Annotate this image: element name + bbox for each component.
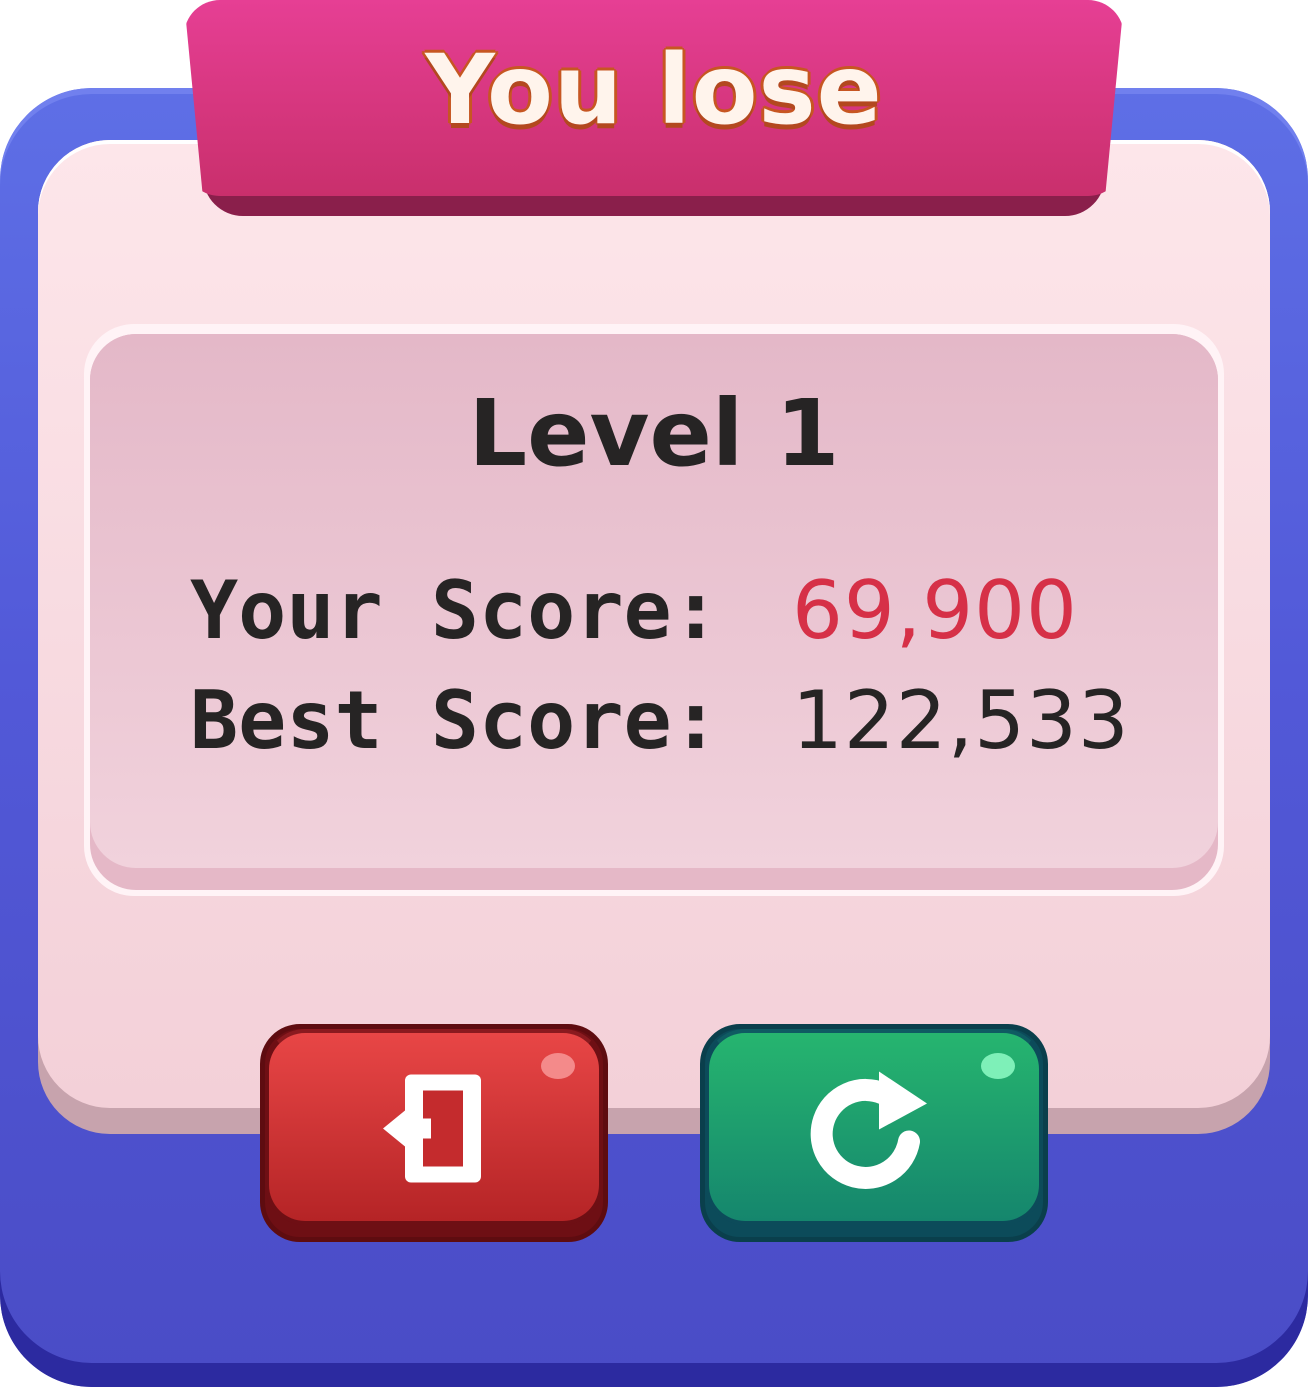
retry-button-face (705, 1029, 1043, 1225)
best-score-row: Best Score: 122,533 (190, 670, 1130, 770)
title-banner: You lose (184, 0, 1124, 196)
best-score-value: 122,533 (792, 673, 1130, 767)
exit-button-gloss (541, 1053, 575, 1079)
retry-button-gloss (981, 1053, 1015, 1079)
retry-button[interactable] (700, 1024, 1048, 1242)
your-score-label: Your Score: (190, 563, 720, 657)
exit-button-face (265, 1029, 603, 1225)
level-label: Level 1 (468, 380, 840, 487)
exit-door-icon (379, 1069, 489, 1194)
best-score-label: Best Score: (190, 673, 720, 767)
your-score-row: Your Score: 69,900 (190, 560, 1078, 660)
exit-button[interactable] (260, 1024, 608, 1242)
your-score-value: 69,900 (792, 563, 1078, 657)
dialog-title: You lose (424, 33, 884, 148)
restart-arrow-icon (809, 1064, 939, 1199)
